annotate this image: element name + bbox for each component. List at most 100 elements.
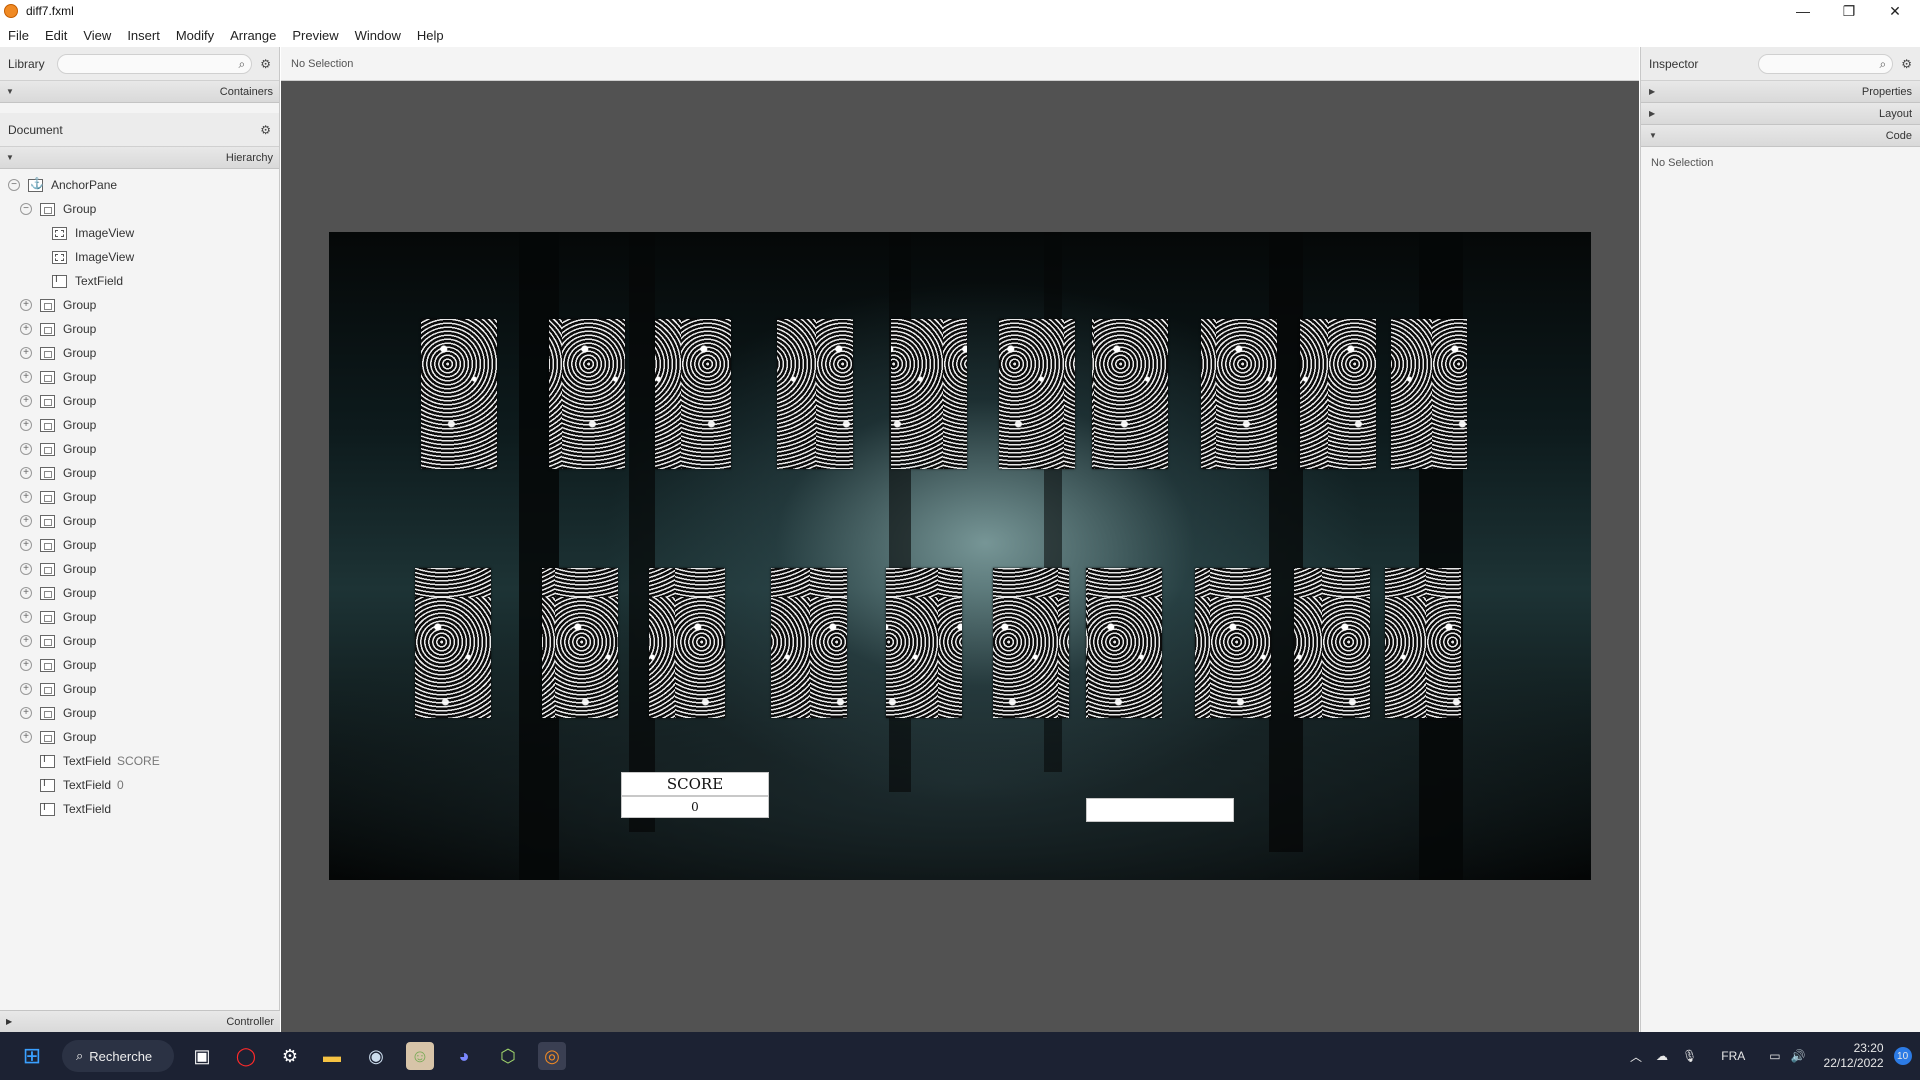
tree-item-group[interactable]: + Group <box>0 653 279 677</box>
card-image[interactable] <box>415 568 491 718</box>
menu-modify[interactable]: Modify <box>168 28 222 43</box>
volume-icon[interactable]: 🔊 <box>1791 1049 1806 1063</box>
expand-icon[interactable]: + <box>20 395 32 407</box>
expand-icon[interactable]: + <box>20 323 32 335</box>
menu-help[interactable]: Help <box>409 28 452 43</box>
expand-icon[interactable]: + <box>20 731 32 743</box>
card-image[interactable] <box>777 319 853 469</box>
tree-item-group[interactable]: + Group <box>0 365 279 389</box>
tree-item-group[interactable]: + Group <box>0 533 279 557</box>
tree-item-textfield[interactable]: TextField SCORE <box>0 749 279 773</box>
card-image[interactable] <box>771 568 847 718</box>
tree-item-group[interactable]: + Group <box>0 389 279 413</box>
menu-preview[interactable]: Preview <box>284 28 346 43</box>
task-view-icon[interactable]: ▣ <box>188 1042 216 1070</box>
expand-icon[interactable]: + <box>20 419 32 431</box>
expand-icon[interactable]: + <box>20 347 32 359</box>
steam-icon[interactable]: ◉ <box>362 1042 390 1070</box>
opera-icon[interactable]: ◯ <box>232 1042 260 1070</box>
menu-arrange[interactable]: Arrange <box>222 28 284 43</box>
card-image[interactable] <box>1086 568 1162 718</box>
tree-item-imageview[interactable]: ImageView <box>0 245 279 269</box>
tree-item-group[interactable]: + Group <box>0 437 279 461</box>
taskbar-search[interactable]: ⌕ Recherche <box>62 1040 174 1072</box>
tree-item-group[interactable]: + Group <box>0 485 279 509</box>
expand-icon[interactable]: + <box>20 683 32 695</box>
tree-item-group[interactable]: + Group <box>0 557 279 581</box>
network-icon[interactable]: ▭ <box>1769 1049 1780 1063</box>
card-image[interactable] <box>421 319 497 469</box>
notification-badge[interactable]: 10 <box>1893 1047 1912 1065</box>
card-image[interactable] <box>1294 568 1370 718</box>
expand-icon[interactable]: + <box>20 491 32 503</box>
expand-icon[interactable]: + <box>20 467 32 479</box>
tree-item-group[interactable]: + Group <box>0 461 279 485</box>
card-image[interactable] <box>549 319 625 469</box>
card-image[interactable] <box>1385 568 1461 718</box>
card-image[interactable] <box>1391 319 1467 469</box>
expand-icon[interactable]: + <box>20 371 32 383</box>
score-value-field[interactable]: 0 <box>621 796 769 818</box>
expand-icon[interactable]: + <box>20 443 32 455</box>
close-button[interactable]: ✕ <box>1872 0 1918 22</box>
hierarchy-section[interactable]: ▼ Hierarchy <box>0 147 279 169</box>
onedrive-icon[interactable]: ☁ <box>1656 1049 1668 1063</box>
shield-app-icon[interactable]: ⬡ <box>494 1042 522 1070</box>
tree-item-textfield[interactable]: TextField <box>0 797 279 821</box>
discord-icon[interactable]: ◕ <box>450 1042 478 1070</box>
microphone-icon[interactable]: 🎙 <box>1682 1049 1697 1063</box>
tree-item-group[interactable]: + Group <box>0 317 279 341</box>
tree-item-group[interactable]: − Group <box>0 197 279 221</box>
card-image[interactable] <box>1092 319 1168 469</box>
steelseries-icon[interactable]: ⚙ <box>276 1042 304 1070</box>
tree-item-group[interactable]: + Group <box>0 701 279 725</box>
collapse-icon[interactable]: − <box>8 179 20 191</box>
tree-item-anchorpane[interactable]: − AnchorPane <box>0 173 279 197</box>
expand-icon[interactable]: + <box>20 563 32 575</box>
card-image[interactable] <box>649 568 725 718</box>
card-image[interactable] <box>886 568 962 718</box>
expand-icon[interactable]: + <box>20 299 32 311</box>
empty-text-field[interactable] <box>1086 798 1234 822</box>
library-search-input[interactable]: ⌕ <box>56 53 253 74</box>
tree-item-group[interactable]: + Group <box>0 509 279 533</box>
card-image[interactable] <box>1195 568 1271 718</box>
card-image[interactable] <box>1201 319 1277 469</box>
tree-item-textfield[interactable]: TextField <box>0 269 279 293</box>
card-image[interactable] <box>542 568 618 718</box>
code-section[interactable]: ▼ Code <box>1641 125 1920 147</box>
game-character-icon[interactable]: ☺ <box>406 1042 434 1070</box>
chevron-up-icon[interactable]: ︿ <box>1630 1048 1642 1065</box>
collapse-icon[interactable]: − <box>20 203 32 215</box>
inspector-search-input[interactable]: ⌕ <box>1758 53 1894 74</box>
menu-file[interactable]: File <box>0 28 37 43</box>
card-image[interactable] <box>1300 319 1376 469</box>
containers-section[interactable]: ▼ Containers <box>0 81 279 103</box>
start-icon[interactable]: ⊞ <box>18 1042 46 1070</box>
menu-insert[interactable]: Insert <box>119 28 168 43</box>
tree-item-textfield[interactable]: TextField 0 <box>0 773 279 797</box>
expand-icon[interactable]: + <box>20 587 32 599</box>
tree-item-group[interactable]: + Group <box>0 293 279 317</box>
card-image[interactable] <box>891 319 967 469</box>
restore-button[interactable]: ❐ <box>1826 0 1872 22</box>
card-image[interactable] <box>655 319 731 469</box>
tree-item-group[interactable]: + Group <box>0 725 279 749</box>
expand-icon[interactable]: + <box>20 707 32 719</box>
card-image[interactable] <box>999 319 1075 469</box>
expand-icon[interactable]: + <box>20 515 32 527</box>
tree-item-group[interactable]: + Group <box>0 341 279 365</box>
controller-section[interactable]: ▶ Controller <box>0 1010 280 1032</box>
scene-builder-icon[interactable]: ◎ <box>538 1042 566 1070</box>
menu-view[interactable]: View <box>75 28 119 43</box>
layout-section[interactable]: ▶ Layout <box>1641 103 1920 125</box>
content-canvas[interactable]: SCORE 0 <box>281 81 1639 1032</box>
inspector-gear-icon[interactable]: ⚙ <box>1901 57 1912 71</box>
expand-icon[interactable]: + <box>20 659 32 671</box>
properties-section[interactable]: ▶ Properties <box>1641 81 1920 103</box>
minimize-button[interactable]: — <box>1780 0 1826 22</box>
menu-window[interactable]: Window <box>347 28 409 43</box>
library-gear-icon[interactable]: ⚙ <box>260 57 271 71</box>
tree-item-group[interactable]: + Group <box>0 581 279 605</box>
expand-icon[interactable]: + <box>20 539 32 551</box>
